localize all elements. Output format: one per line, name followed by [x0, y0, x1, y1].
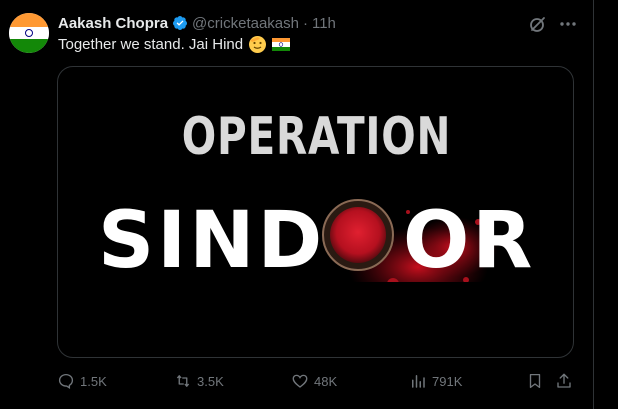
views-button[interactable]: 791K	[409, 372, 462, 390]
more-options-icon[interactable]	[558, 14, 578, 34]
reply-count: 1.5K	[80, 373, 107, 389]
heart-icon	[292, 374, 308, 388]
media-title-end: OR	[403, 196, 535, 282]
verified-badge-icon	[172, 15, 188, 31]
chakra-icon	[25, 29, 33, 37]
tweet[interactable]: Aakash Chopra @cricketaakash · 11h Toget…	[0, 0, 618, 409]
share-button[interactable]	[555, 372, 578, 390]
display-name[interactable]: Aakash Chopra	[58, 15, 168, 32]
views-count: 791K	[432, 373, 463, 389]
like-count: 48K	[314, 373, 338, 389]
grok-icon[interactable]	[528, 14, 548, 34]
media-image[interactable]: OPERATION SIND OR	[57, 66, 574, 358]
media-title: SIND	[98, 196, 325, 282]
tweet-actions: 1.5K 3.5K 48K 791K	[57, 372, 577, 392]
like-button[interactable]: 48K	[291, 372, 337, 390]
tweet-text: Together we stand. Jai Hind	[58, 36, 244, 53]
views-chart-icon	[412, 375, 425, 388]
column-divider	[593, 0, 594, 409]
share-icon	[557, 373, 571, 388]
tweet-header: Aakash Chopra @cricketaakash · 11h	[58, 13, 336, 33]
india-flag-icon	[272, 38, 291, 51]
bookmark-button[interactable]	[526, 372, 549, 390]
tweet-top-actions	[528, 14, 578, 34]
bookmark-icon	[529, 373, 541, 389]
separator-dot: ·	[302, 14, 308, 32]
saluting-face-icon	[249, 36, 267, 53]
repost-icon	[176, 375, 190, 387]
reply-icon	[58, 373, 74, 389]
media-title-graphic: SIND OR	[98, 196, 535, 282]
repost-button[interactable]: 3.5K	[174, 372, 224, 390]
media-headline: OPERATION	[181, 107, 452, 167]
timestamp[interactable]: 11h	[312, 15, 336, 32]
repost-count: 3.5K	[197, 373, 224, 389]
tweet-text-line: Together we stand. Jai Hind	[58, 36, 291, 53]
avatar[interactable]	[9, 13, 49, 53]
reply-button[interactable]: 1.5K	[57, 372, 107, 390]
handle[interactable]: @cricketaakash	[192, 15, 299, 32]
